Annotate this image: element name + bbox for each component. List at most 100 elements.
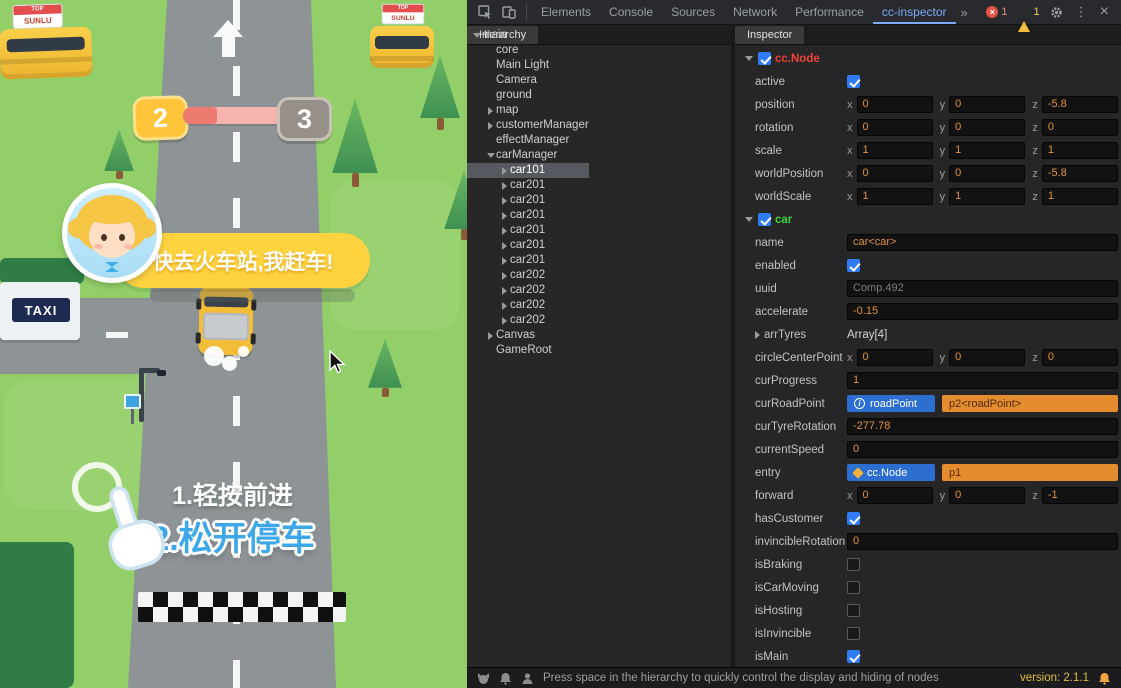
devtools-tab-elements[interactable]: Elements <box>532 0 600 24</box>
tree-expand-arrow-icon[interactable] <box>485 331 496 340</box>
component-collapse-arrow-icon[interactable] <box>743 217 754 222</box>
tree-expand-arrow-icon[interactable] <box>499 196 510 205</box>
worldScale-z-input[interactable]: 1 <box>1041 188 1119 205</box>
isInvincible-checkbox[interactable] <box>847 627 860 640</box>
tree-expand-arrow-icon[interactable] <box>485 121 496 130</box>
tree-expand-arrow-icon[interactable] <box>499 256 510 265</box>
hierarchy-node-carmanager[interactable]: carManager <box>467 148 589 163</box>
rotation-y-input[interactable]: 0 <box>949 119 1026 136</box>
hasCustomer-checkbox[interactable] <box>847 512 860 525</box>
curRoadPoint-target-button[interactable]: p2<roadPoint> <box>942 395 1118 412</box>
position-z-input[interactable]: -5.8 <box>1041 96 1119 113</box>
warning-badge[interactable]: ! 1 <box>1013 6 1045 32</box>
component-enabled-checkbox[interactable] <box>758 52 771 65</box>
entry-type-button[interactable]: cc.Node <box>847 464 935 481</box>
tree-expand-arrow-icon[interactable] <box>499 226 510 235</box>
entry-target-button[interactable]: p1 <box>942 464 1118 481</box>
currentSpeed-input[interactable]: 0 <box>847 441 1118 458</box>
scale-z-input[interactable]: 1 <box>1041 142 1119 159</box>
error-badge[interactable]: × 1 <box>981 6 1012 18</box>
tree-expand-arrow-icon[interactable] <box>499 301 510 310</box>
close-devtools-icon[interactable]: × <box>1094 3 1115 21</box>
devtools-tab-performance[interactable]: Performance <box>786 0 873 24</box>
rotation-x-input[interactable]: 0 <box>856 119 933 136</box>
active-checkbox[interactable] <box>847 75 860 88</box>
component-enabled-checkbox[interactable] <box>758 213 771 226</box>
hierarchy-node-car201[interactable]: car201 <box>467 193 589 208</box>
circleCenterPoint-y-input[interactable]: 0 <box>949 349 1026 366</box>
tree-expand-arrow-icon[interactable] <box>499 241 510 250</box>
worldPosition-x-input[interactable]: 0 <box>856 165 933 182</box>
enabled-checkbox[interactable] <box>847 259 860 272</box>
tree-expand-arrow-icon[interactable] <box>499 166 510 175</box>
tree-collapse-arrow-icon[interactable] <box>471 33 482 38</box>
hierarchy-node-car202[interactable]: car202 <box>467 268 589 283</box>
tree-expand-arrow-icon[interactable] <box>499 181 510 190</box>
hierarchy-node-car101[interactable]: car101 <box>467 163 589 178</box>
forward-z-input[interactable]: -1 <box>1041 487 1119 504</box>
hierarchy-node-canvas[interactable]: Canvas <box>467 328 589 343</box>
curProgress-input[interactable]: 1 <box>847 372 1118 389</box>
forward-y-input[interactable]: 0 <box>949 487 1026 504</box>
isBraking-checkbox[interactable] <box>847 558 860 571</box>
hierarchy-node-car202[interactable]: car202 <box>467 298 589 313</box>
scale-x-input[interactable]: 1 <box>856 142 933 159</box>
contact-icon[interactable] <box>521 672 534 685</box>
component-collapse-arrow-icon[interactable] <box>743 56 754 61</box>
hierarchy-node-car201[interactable]: car201 <box>467 238 589 253</box>
invincibleRotation-input[interactable]: 0 <box>847 533 1118 550</box>
tree-expand-arrow-icon[interactable] <box>499 286 510 295</box>
hierarchy-node-car201[interactable]: car201 <box>467 223 589 238</box>
array-expand-arrow-icon[interactable] <box>755 330 760 339</box>
more-tabs-icon[interactable]: » <box>956 5 973 20</box>
devtools-tab-console[interactable]: Console <box>600 0 662 24</box>
position-x-input[interactable]: 0 <box>856 96 933 113</box>
settings-gear-icon[interactable] <box>1045 0 1069 24</box>
circleCenterPoint-z-input[interactable]: 0 <box>1041 349 1119 366</box>
hierarchy-node-ground[interactable]: ground <box>467 88 589 103</box>
worldPosition-y-input[interactable]: 0 <box>949 165 1026 182</box>
hierarchy-node-core[interactable]: core <box>467 43 589 58</box>
worldScale-y-input[interactable]: 1 <box>949 188 1026 205</box>
isHosting-checkbox[interactable] <box>847 604 860 617</box>
devtools-tab-cc-inspector[interactable]: cc-inspector <box>873 0 956 24</box>
devtools-tab-network[interactable]: Network <box>724 0 786 24</box>
hierarchy-node-customermanager[interactable]: customerManager <box>467 118 589 133</box>
bell-icon[interactable] <box>499 672 512 685</box>
hierarchy-node-main-light[interactable]: Main Light <box>467 58 589 73</box>
dog-icon[interactable] <box>477 672 490 685</box>
tree-expand-arrow-icon[interactable] <box>499 316 510 325</box>
inspect-element-icon[interactable] <box>473 0 497 24</box>
tree-expand-arrow-icon[interactable] <box>499 211 510 220</box>
hierarchy-node-map[interactable]: map <box>467 103 589 118</box>
circleCenterPoint-x-input[interactable]: 0 <box>856 349 933 366</box>
notification-bell-icon[interactable] <box>1098 672 1111 685</box>
position-y-input[interactable]: 0 <box>949 96 1026 113</box>
game-viewport[interactable]: TAXI TOP SUNLU TOP SUNLU 2 3 快去火车站,我赶车! … <box>0 0 467 688</box>
hierarchy-node-main[interactable]: main <box>467 28 589 43</box>
hierarchy-node-car201[interactable]: car201 <box>467 178 589 193</box>
hierarchy-node-car201[interactable]: car201 <box>467 208 589 223</box>
hierarchy-node-car202[interactable]: car202 <box>467 313 589 328</box>
devtools-tab-sources[interactable]: Sources <box>662 0 724 24</box>
isCarMoving-checkbox[interactable] <box>847 581 860 594</box>
tree-expand-arrow-icon[interactable] <box>485 106 496 115</box>
isMain-checkbox[interactable] <box>847 650 860 663</box>
hierarchy-node-gameroot[interactable]: GameRoot <box>467 343 589 358</box>
curRoadPoint-type-button[interactable]: i roadPoint <box>847 395 935 412</box>
more-options-icon[interactable]: ⋮ <box>1069 4 1094 20</box>
curTyreRotation-input[interactable]: -277.78 <box>847 418 1118 435</box>
worldPosition-z-input[interactable]: -5.8 <box>1041 165 1119 182</box>
tree-expand-arrow-icon[interactable] <box>499 271 510 280</box>
tab-inspector[interactable]: Inspector <box>735 26 805 44</box>
name-input[interactable]: car<car> <box>847 234 1118 251</box>
rotation-z-input[interactable]: 0 <box>1041 119 1119 136</box>
worldScale-x-input[interactable]: 1 <box>856 188 933 205</box>
hierarchy-node-camera[interactable]: Camera <box>467 73 589 88</box>
accelerate-input[interactable]: -0.15 <box>847 303 1118 320</box>
hierarchy-node-effectmanager[interactable]: effectManager <box>467 133 589 148</box>
uuid-input[interactable]: Comp.492 <box>847 280 1118 297</box>
scale-y-input[interactable]: 1 <box>949 142 1026 159</box>
device-toolbar-icon[interactable] <box>497 0 521 24</box>
forward-x-input[interactable]: 0 <box>856 487 933 504</box>
